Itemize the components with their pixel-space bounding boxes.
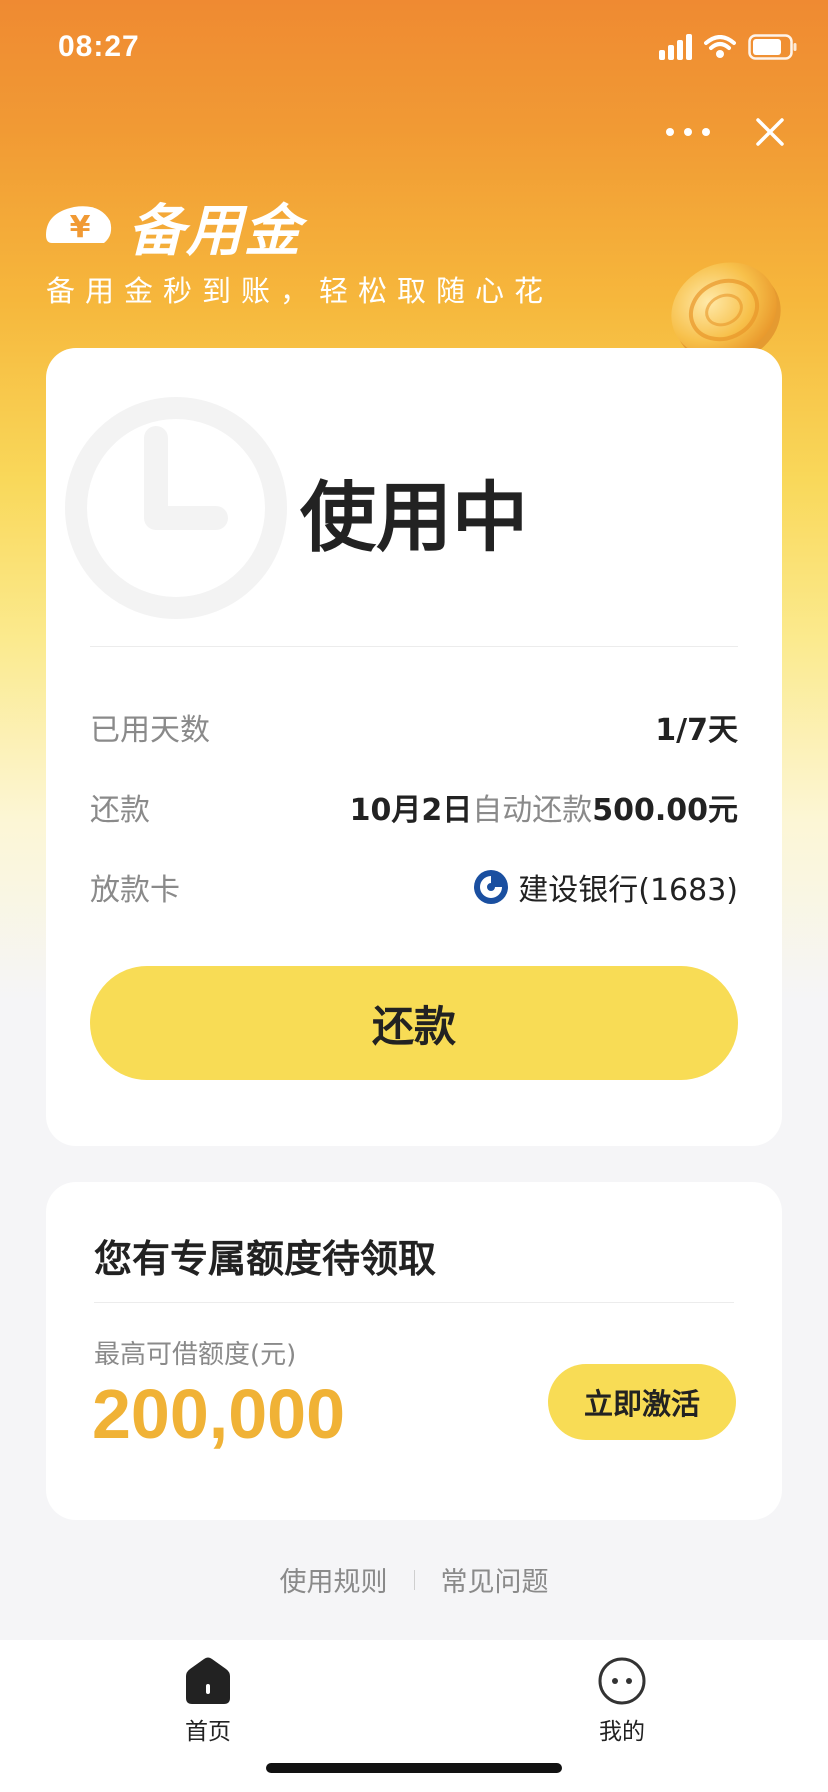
faq-link[interactable]: 常见问题 [441, 1560, 549, 1599]
credit-divider [94, 1302, 734, 1303]
used-days-value: 1/7天 [655, 713, 738, 748]
status-time: 08:27 [58, 30, 140, 63]
status-icons [659, 34, 798, 60]
repayment-mode: 自动还款 [472, 793, 593, 828]
card-divider [90, 646, 738, 647]
status-bar: 08:27 [0, 0, 828, 100]
tab-mine[interactable]: 我的 [552, 1656, 692, 1746]
payout-card-value: 建设银行(1683) [474, 865, 738, 909]
payout-bank-name: 建设银行(1683) [518, 873, 738, 908]
credit-amount: 200,000 [92, 1375, 346, 1453]
repayment-date: 10月2日 [349, 793, 473, 828]
payout-card-label: 放款卡 [90, 873, 180, 908]
repayment-row: 还款 10月2日 自动还款 500.00元 [90, 782, 738, 832]
home-indicator [266, 1763, 562, 1773]
footer-links: 使用规则 常见问题 [0, 1560, 828, 1599]
credit-offer-card: 您有专属额度待领取 最高可借额度(元) 200,000 立即激活 [46, 1182, 782, 1520]
tab-mine-label: 我的 [599, 1719, 645, 1745]
more-options-icon[interactable] [666, 112, 710, 152]
usage-status-title: 使用中 [300, 473, 528, 562]
payout-card-row[interactable]: 放款卡 建设银行(1683) [90, 862, 738, 912]
svg-text:¥: ¥ [70, 210, 91, 245]
ccb-bank-icon [474, 870, 509, 904]
repayment-amount: 500.00元 [592, 793, 738, 828]
usage-rules-link[interactable]: 使用规则 [280, 1560, 388, 1599]
battery-icon [748, 34, 798, 60]
footer-separator [413, 1569, 415, 1590]
used-days-row: 已用天数 1/7天 [90, 702, 738, 752]
home-icon [186, 1657, 230, 1704]
usage-card: 使用中 已用天数 1/7天 还款 10月2日 自动还款 500.00元 放款卡 … [46, 348, 782, 1146]
brand-title: 备用金 [128, 199, 302, 264]
repayment-value: 10月2日 自动还款 500.00元 [350, 785, 738, 829]
repay-button[interactable]: 还款 [90, 966, 738, 1080]
wifi-icon [704, 35, 736, 59]
profile-icon [598, 1657, 646, 1705]
credit-offer-title: 您有专属额度待领取 [94, 1237, 437, 1281]
tab-home-label: 首页 [185, 1719, 231, 1745]
activate-button[interactable]: 立即激活 [548, 1364, 736, 1440]
used-days-label: 已用天数 [90, 713, 210, 748]
signal-icon [659, 34, 692, 60]
credit-amount-label: 最高可借额度(元) [94, 1340, 297, 1370]
tagline: 备用金秒到账，轻松取随心花 [46, 274, 554, 308]
close-icon[interactable] [752, 114, 788, 150]
repayment-label: 还款 [90, 793, 150, 828]
tab-home[interactable]: 首页 [138, 1656, 278, 1746]
brand-logo-icon: ¥ [44, 199, 114, 255]
brand-header: ¥ 备用金 [44, 186, 302, 267]
